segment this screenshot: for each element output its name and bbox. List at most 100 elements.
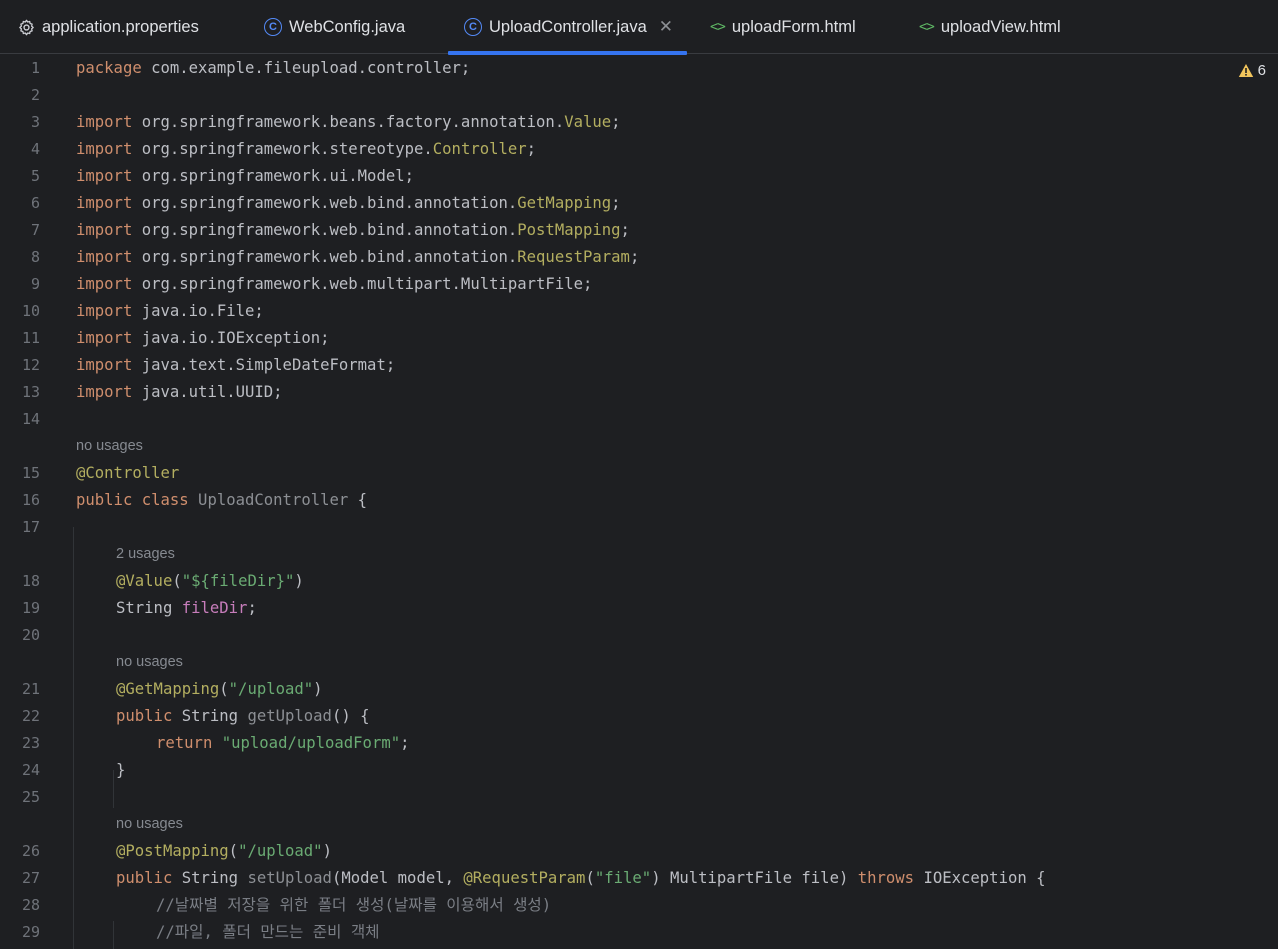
line-number: 16	[21, 491, 40, 509]
line-content: @Controller	[76, 464, 180, 482]
code-line: 28 //날짜별 저장을 위한 폴더 생성(날짜를 이용해서 생성)	[0, 892, 1278, 919]
code-line: 8 import org.springframework.web.bind.ann…	[0, 244, 1278, 271]
line-number: 24	[21, 761, 40, 779]
line-number: 7	[30, 221, 40, 239]
class-icon: C	[264, 18, 282, 36]
line-number: 27	[21, 869, 40, 887]
code-line: 16 public class UploadController {	[0, 487, 1278, 514]
code-editor[interactable]: 1 package com.example.fileupload.controll…	[0, 54, 1278, 949]
tab-label: WebConfig.java	[289, 17, 406, 36]
line-number: 22	[21, 707, 40, 725]
usages-hint[interactable]: no usages	[76, 811, 183, 838]
line-number: 12	[21, 356, 40, 374]
code-line: 21 @GetMapping("/upload")	[0, 676, 1278, 703]
code-line: 11 import java.io.IOException;	[0, 325, 1278, 352]
code-line: 6 import org.springframework.web.bind.ann…	[0, 190, 1278, 217]
code-line: 17	[0, 514, 1278, 541]
line-number: 1	[30, 59, 40, 77]
tab-label: application.properties	[42, 17, 199, 36]
code-line: 29 //파일, 폴더 만드는 준비 객체	[0, 919, 1278, 946]
line-content: }	[116, 761, 126, 779]
code-line: 12 import java.text.SimpleDateFormat;	[0, 352, 1278, 379]
line-number: 14	[21, 410, 40, 428]
line-content: @GetMapping("/upload")	[116, 680, 323, 698]
line-number: 15	[21, 464, 40, 482]
line-number: 26	[21, 842, 40, 860]
line-number: 25	[21, 788, 40, 806]
line-number: 11	[21, 329, 40, 347]
line-content: public String getUpload() {	[116, 707, 370, 725]
tab-application-properties[interactable]: application.properties	[18, 0, 199, 54]
line-content: import java.util.UUID;	[76, 383, 283, 401]
line-number: 18	[21, 572, 40, 590]
code-line: 25	[0, 784, 1278, 811]
code-line: 3 import org.springframework.beans.factor…	[0, 109, 1278, 136]
code-line: 14	[0, 406, 1278, 433]
code-line: 4 import org.springframework.stereotype.C…	[0, 136, 1278, 163]
code-line: 2	[0, 82, 1278, 109]
line-number: 28	[21, 896, 40, 914]
line-number: 13	[21, 383, 40, 401]
line-content: @Value("${fileDir}")	[116, 572, 304, 590]
line-number: 20	[21, 626, 40, 644]
line-content: import org.springframework.web.bind.anno…	[76, 194, 621, 212]
line-content: import org.springframework.ui.Model;	[76, 167, 414, 185]
line-number: 21	[21, 680, 40, 698]
tab-uploadview-html[interactable]: <> uploadView.html	[919, 0, 1061, 54]
tab-label: uploadForm.html	[731, 17, 856, 36]
tab-webconfig-java[interactable]: C WebConfig.java	[264, 0, 405, 54]
line-number: 19	[21, 599, 40, 617]
gear-icon	[18, 19, 35, 36]
tab-label: UploadController.java	[489, 17, 647, 36]
code-line: 20	[0, 622, 1278, 649]
tab-label: uploadView.html	[940, 17, 1061, 36]
line-content: import java.io.File;	[76, 302, 264, 320]
editor-tab-bar: application.properties C WebConfig.java …	[0, 0, 1278, 55]
code-line: 19 String fileDir;	[0, 595, 1278, 622]
line-content: return "upload/uploadForm";	[156, 734, 410, 752]
line-content: import org.springframework.web.bind.anno…	[76, 221, 630, 239]
line-number: 23	[21, 734, 40, 752]
line-number: 3	[30, 113, 40, 131]
line-content: public String setUpload(Model model, @Re…	[116, 869, 1046, 887]
usages-hint[interactable]: no usages	[76, 433, 143, 460]
code-line: 7 import org.springframework.web.bind.ann…	[0, 217, 1278, 244]
line-number: 8	[30, 248, 40, 266]
code-line: 22 public String getUpload() {	[0, 703, 1278, 730]
usages-hint[interactable]: no usages	[76, 649, 183, 676]
code-line: 24}	[0, 757, 1278, 784]
line-number: 29	[21, 923, 40, 941]
tab-uploadform-html[interactable]: <> uploadForm.html	[710, 0, 856, 54]
line-number: 17	[21, 518, 40, 536]
line-number: 2	[30, 86, 40, 104]
usages-hint[interactable]: 2 usages	[76, 541, 175, 568]
close-icon[interactable]: ✕	[659, 17, 673, 37]
line-content: import org.springframework.web.multipart…	[76, 275, 593, 293]
line-content: import org.springframework.stereotype.Co…	[76, 140, 537, 158]
code-line: 23 return "upload/uploadForm";	[0, 730, 1278, 757]
code-line: 1 package com.example.fileupload.controll…	[0, 55, 1278, 82]
line-content: @PostMapping("/upload")	[116, 842, 332, 860]
line-content: //파일, 폴더 만드는 준비 객체	[156, 923, 380, 941]
code-line: 5 import org.springframework.ui.Model;	[0, 163, 1278, 190]
html-icon: <>	[919, 19, 935, 35]
line-content: import java.io.IOException;	[76, 329, 330, 347]
line-number: 9	[30, 275, 40, 293]
class-icon: C	[464, 18, 482, 36]
code-line: 15 @Controller	[0, 460, 1278, 487]
tab-uploadcontroller-java[interactable]: C UploadController.java ✕	[448, 0, 688, 55]
line-content: package com.example.fileupload.controlle…	[76, 59, 471, 77]
line-content: public class UploadController {	[76, 491, 368, 509]
line-content: import org.springframework.web.bind.anno…	[76, 248, 640, 266]
line-number: 5	[30, 167, 40, 185]
line-content: String fileDir;	[116, 599, 257, 617]
code-line: 9 import org.springframework.web.multipar…	[0, 271, 1278, 298]
html-icon: <>	[710, 19, 726, 35]
line-number: 6	[30, 194, 40, 212]
line-content: //날짜별 저장을 위한 폴더 생성(날짜를 이용해서 생성)	[156, 896, 552, 914]
code-line: 26 @PostMapping("/upload")	[0, 838, 1278, 865]
code-line: 13 import java.util.UUID;	[0, 379, 1278, 406]
code-line: 18 @Value("${fileDir}")	[0, 568, 1278, 595]
code-line: 10 import java.io.File;	[0, 298, 1278, 325]
line-number: 10	[21, 302, 40, 320]
